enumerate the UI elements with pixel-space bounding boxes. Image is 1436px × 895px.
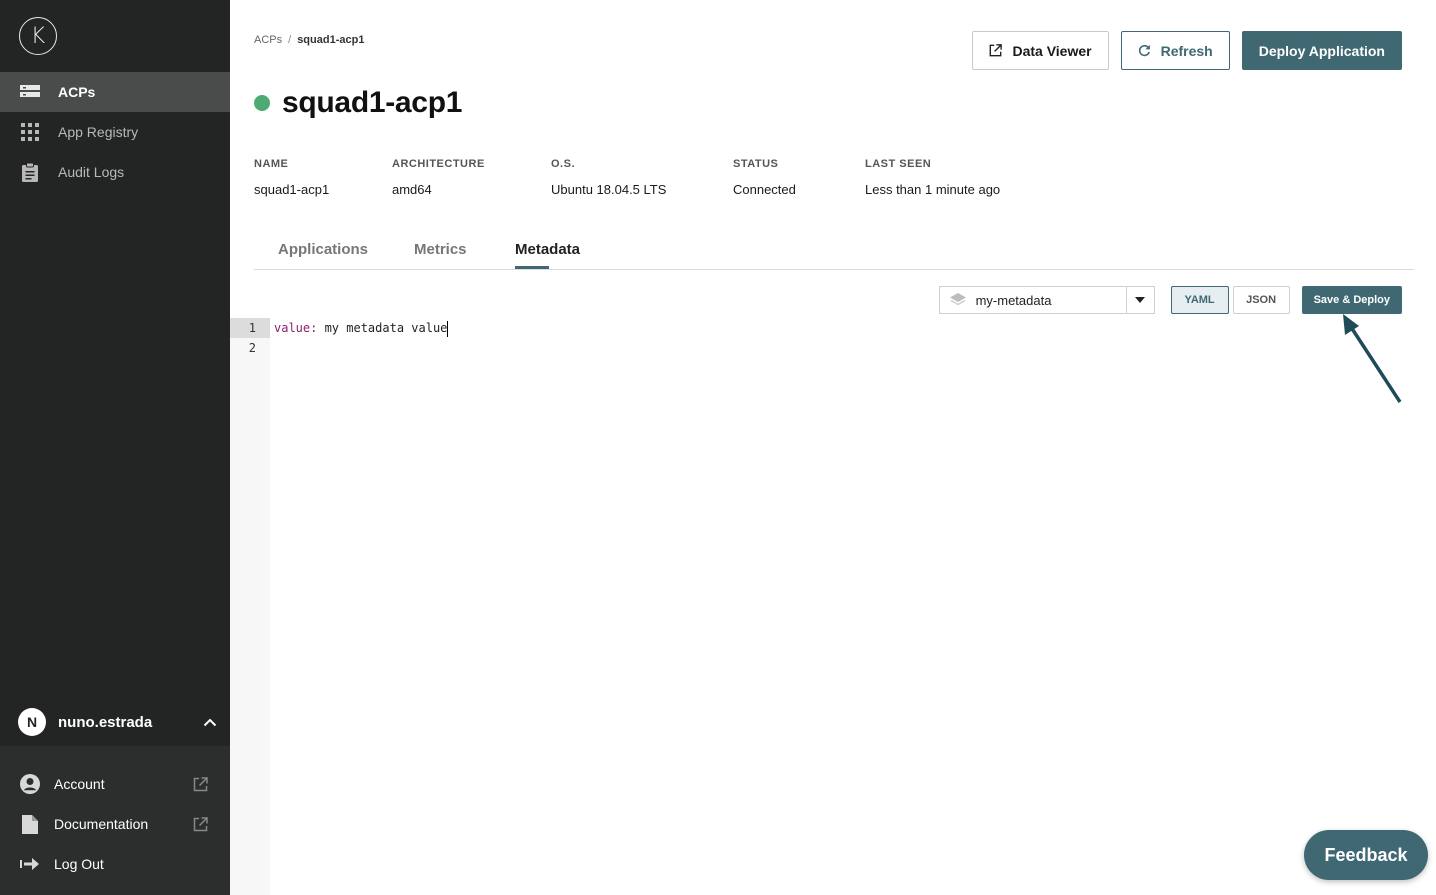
editor-content[interactable]: value: my metadata value [274, 318, 449, 338]
sidebar: K ACPs App Registry Audit Logs N nuno.es… [0, 0, 230, 895]
line-number: 2 [248, 341, 256, 355]
user-circle-icon [20, 774, 40, 794]
external-link-icon [989, 44, 1003, 57]
info-label: STATUS [733, 158, 779, 170]
breadcrumb: ACPs / squad1-acp1 [254, 34, 364, 46]
external-link-icon [190, 776, 210, 792]
metadata-select-value: my-metadata [975, 292, 1052, 308]
code-editor[interactable]: 1 2 value: my metadata value [230, 318, 1436, 895]
sidebar-item-audit-logs[interactable]: Audit Logs [0, 152, 230, 192]
info-label: LAST SEEN [865, 158, 932, 170]
tab-metadata[interactable]: Metadata [515, 241, 580, 258]
tab-applications[interactable]: Applications [278, 241, 368, 258]
chevron-up-icon[interactable] [190, 718, 230, 727]
feedback-button[interactable]: Feedback [1304, 830, 1428, 880]
annotation-arrow [1343, 314, 1402, 403]
deploy-application-button[interactable]: Deploy Application [1241, 31, 1402, 70]
breadcrumb-separator: / [288, 34, 292, 46]
info-label: NAME [254, 158, 289, 170]
tab-bar: Applications Metrics Metadata [254, 238, 1414, 270]
external-link-icon [190, 816, 210, 832]
line-number: 1 [230, 318, 270, 338]
grid-icon [20, 122, 40, 142]
active-tab-indicator [515, 266, 549, 269]
page-title: squad1-acp1 [282, 86, 463, 119]
sidebar-footer: Account Documentation Log Out [0, 746, 230, 895]
documentation-link[interactable]: Documentation [0, 804, 230, 844]
layers-icon [940, 293, 976, 307]
info-os: O.S. Ubuntu 18.04.5 LTS [551, 158, 733, 197]
info-status: STATUS Connected [733, 158, 865, 197]
info-label: ARCHITECTURE [392, 158, 485, 170]
yaml-key: value: [274, 321, 318, 335]
sidebar-item-label: App Registry [58, 124, 139, 140]
app: K ACPs App Registry Audit Logs N nuno.es… [0, 0, 1436, 895]
server-icon [20, 82, 40, 102]
sidebar-item-label: Audit Logs [58, 164, 125, 180]
user-name: nuno.estrada [58, 713, 153, 731]
user-menu[interactable]: N nuno.estrada [0, 698, 230, 746]
clipboard-icon [20, 162, 40, 182]
page-header: squad1-acp1 [254, 86, 462, 120]
info-name: NAME squad1-acp1 [254, 158, 392, 197]
acp-info: NAME squad1-acp1 ARCHITECTURE amd64 O.S.… [254, 158, 1065, 197]
metadata-select[interactable]: my-metadata [938, 286, 1155, 314]
sidebar-item-acps[interactable]: ACPs [0, 72, 230, 112]
info-value: squad1-acp1 [254, 182, 330, 197]
status-indicator [254, 95, 270, 111]
refresh-label: Refresh [1160, 42, 1213, 59]
info-value: amd64 [392, 182, 432, 197]
sidebar-nav: ACPs App Registry Audit Logs [0, 72, 230, 192]
data-viewer-button[interactable]: Data Viewer [972, 31, 1109, 70]
text-cursor [447, 320, 449, 337]
yaml-toggle[interactable]: YAML [1170, 286, 1229, 314]
main-content: ACPs / squad1-acp1 Data Viewer Refresh Dep… [230, 0, 1436, 895]
info-label: O.S. [551, 158, 576, 170]
refresh-icon [1138, 44, 1151, 57]
info-value: Connected [733, 182, 796, 197]
caret-down-icon[interactable] [1125, 287, 1154, 313]
info-architecture: ARCHITECTURE amd64 [392, 158, 551, 197]
logout-label: Log Out [54, 856, 104, 872]
metadata-toolbar: my-metadata YAML JSON Save & Deploy [938, 286, 1402, 314]
account-label: Account [54, 776, 105, 792]
documentation-label: Documentation [54, 816, 149, 832]
json-toggle[interactable]: JSON [1232, 286, 1290, 314]
avatar: N [18, 708, 46, 736]
logo[interactable]: K [19, 17, 57, 55]
data-viewer-label: Data Viewer [1012, 42, 1092, 59]
refresh-button[interactable]: Refresh [1120, 31, 1230, 70]
page-actions: Data Viewer Refresh Deploy Application [972, 31, 1402, 70]
editor-gutter: 1 2 [230, 318, 270, 895]
breadcrumb-root[interactable]: ACPs [254, 34, 282, 46]
logout-icon [20, 854, 40, 874]
sidebar-item-label: ACPs [58, 84, 96, 100]
document-icon [20, 814, 40, 834]
logout-link[interactable]: Log Out [0, 844, 230, 884]
yaml-value: my metadata value [317, 321, 448, 335]
breadcrumb-current: squad1-acp1 [297, 34, 365, 46]
tab-metrics[interactable]: Metrics [414, 241, 467, 258]
info-value: Less than 1 minute ago [865, 182, 1001, 197]
account-link[interactable]: Account [0, 764, 230, 804]
sidebar-item-app-registry[interactable]: App Registry [0, 112, 230, 152]
info-value: Ubuntu 18.04.5 LTS [551, 182, 667, 197]
info-last-seen: LAST SEEN Less than 1 minute ago [865, 158, 1065, 197]
